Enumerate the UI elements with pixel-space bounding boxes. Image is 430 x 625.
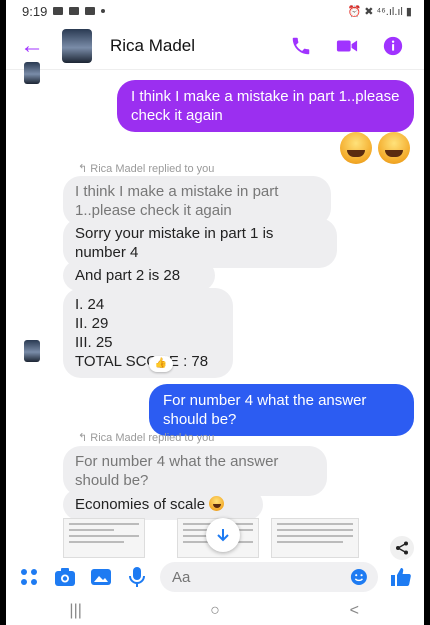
- score-line: II. 29: [75, 315, 109, 332]
- notification-icon: [69, 7, 80, 15]
- status-time: 9:19: [22, 3, 48, 19]
- sweat-smile-emoji-icon: [378, 132, 410, 164]
- scroll-to-bottom-button[interactable]: [206, 518, 240, 552]
- status-icons: ⏰ ✖ ⁴⁶.ıl.ıl ▮: [347, 5, 412, 18]
- contact-name[interactable]: Rica Madel: [110, 36, 284, 56]
- arrow-down-icon: [217, 529, 229, 542]
- share-icon: [396, 541, 408, 555]
- thumbs-up-reaction-icon[interactable]: 👍: [149, 356, 173, 372]
- score-line: TOTAL SCORE : 78: [75, 353, 209, 370]
- outgoing-message[interactable]: I think I make a mistake in part 1..plea…: [117, 80, 414, 132]
- reply-indicator: ↰ Rica Madel replied to you: [78, 162, 214, 175]
- chat-header: ← Rica Madel: [6, 22, 424, 70]
- voice-message-button[interactable]: [124, 564, 150, 590]
- status-bar: 9:19 ⏰ ✖ ⁴⁶.ıl.ıl ▮: [6, 0, 424, 22]
- emoji-icon[interactable]: [350, 567, 368, 587]
- voice-call-button[interactable]: [284, 35, 318, 57]
- score-line: III. 25: [75, 334, 113, 351]
- score-line: I. 24: [75, 296, 105, 313]
- incoming-message[interactable]: I. 24 II. 29 III. 25 TOTAL SCORE : 78: [63, 288, 233, 378]
- emoji-reactions: [340, 132, 410, 164]
- screen: 9:19 ⏰ ✖ ⁴⁶.ıl.ıl ▮ ← Rica Madel I think…: [6, 0, 424, 625]
- avatar: [24, 340, 40, 362]
- thumbs-up-icon: [391, 568, 411, 586]
- reply-arrow-icon: ↰: [78, 163, 91, 175]
- sweat-smile-emoji-icon: [340, 132, 372, 164]
- image-icon: [91, 569, 111, 585]
- gallery-notification-icon: [53, 7, 64, 15]
- recent-apps-button[interactable]: |||: [46, 602, 106, 620]
- info-button[interactable]: [376, 35, 410, 57]
- more-notifications-icon: [101, 9, 106, 13]
- camera-button[interactable]: [52, 564, 78, 590]
- message-list[interactable]: I think I make a mistake in part 1..plea…: [6, 62, 424, 560]
- reply-indicator: ↰ Rica Madel replied to you: [78, 431, 214, 444]
- system-nav-bar: ||| ○ <: [6, 596, 424, 625]
- microphone-icon: [129, 567, 145, 587]
- camera-icon: [55, 568, 75, 586]
- home-button[interactable]: ○: [185, 602, 245, 620]
- phone-icon: [292, 37, 310, 54]
- document-image-thumbnail[interactable]: [63, 518, 145, 558]
- incoming-message[interactable]: Economies of scale: [63, 489, 263, 520]
- gallery-button[interactable]: [88, 564, 114, 590]
- info-icon: [383, 36, 403, 55]
- media-notification-icon: [85, 7, 96, 15]
- avatar[interactable]: [62, 28, 92, 63]
- back-arrow-icon[interactable]: ←: [20, 32, 46, 60]
- four-dots-icon: [21, 569, 37, 585]
- reply-indicator-label: Rica Madel replied to you: [90, 432, 215, 444]
- message-input-container[interactable]: [160, 562, 378, 592]
- message-input[interactable]: [170, 567, 351, 587]
- video-camera-icon: [336, 40, 358, 51]
- message-text: Economies of scale: [75, 496, 206, 513]
- share-button[interactable]: [390, 536, 414, 560]
- more-apps-button[interactable]: [16, 564, 42, 590]
- like-button[interactable]: [388, 564, 414, 590]
- reply-indicator-label: Rica Madel replied to you: [90, 163, 215, 175]
- reply-arrow-icon: ↰: [78, 432, 91, 444]
- avatar: [24, 62, 40, 84]
- back-button[interactable]: <: [324, 602, 384, 620]
- composer-bar: [6, 558, 424, 596]
- incoming-message[interactable]: And part 2 is 28: [63, 260, 215, 291]
- smile-emoji-icon: [209, 496, 225, 511]
- outgoing-message[interactable]: For number 4 what the answer should be?: [149, 384, 414, 436]
- video-call-button[interactable]: [330, 35, 364, 57]
- document-image-thumbnail[interactable]: [271, 518, 359, 558]
